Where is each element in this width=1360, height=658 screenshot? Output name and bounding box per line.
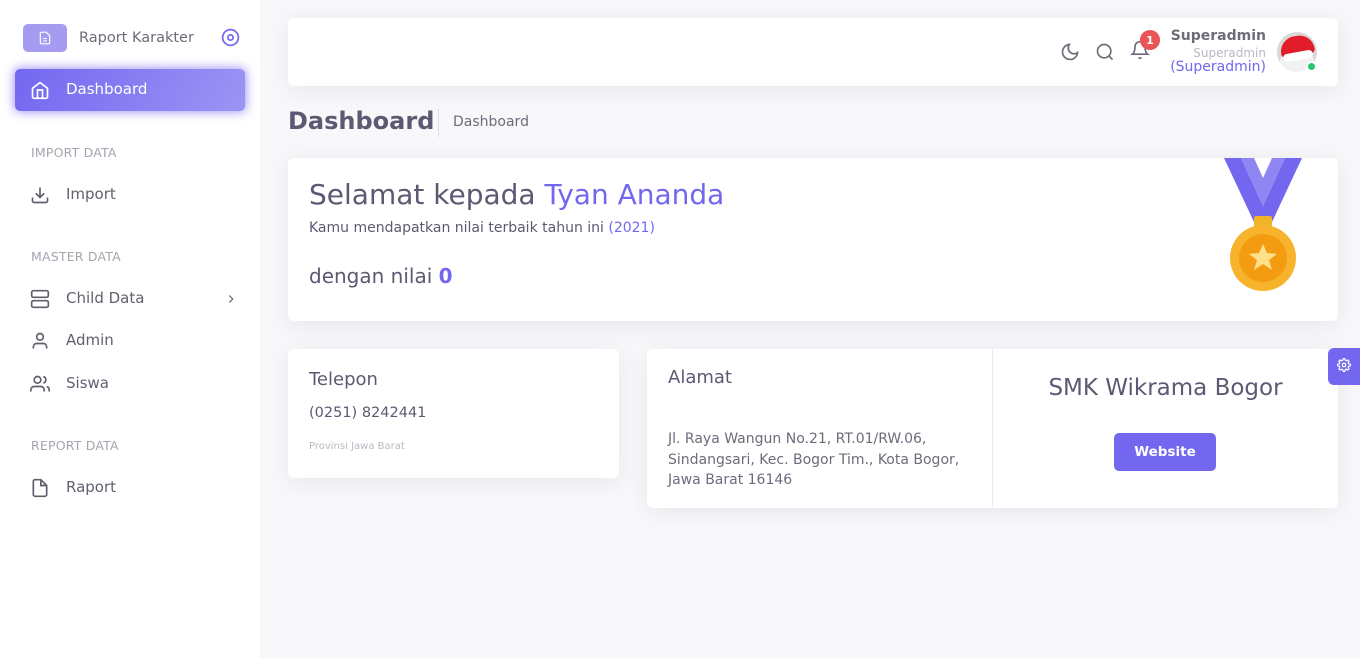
student-name: Tyan Ananda	[544, 178, 725, 211]
sidebar-item-label: Child Data	[66, 289, 145, 307]
sidebar-item-child-data[interactable]: Child Data	[15, 279, 245, 319]
sidebar-item-label: Siswa	[66, 374, 109, 392]
brand-title: Raport Karakter	[79, 30, 194, 46]
user-role: Superadmin	[1193, 46, 1266, 60]
server-icon	[30, 289, 50, 309]
sidebar-item-label: Dashboard	[66, 80, 148, 98]
notification-badge: 1	[1140, 30, 1160, 50]
school-name: SMK Wikrama Bogor	[1048, 375, 1283, 401]
sidebar-item-label: Raport	[66, 478, 117, 496]
sidebar-item-label: Admin	[66, 331, 114, 349]
address-card: Alamat Jl. Raya Wangun No.21, RT.01/RW.0…	[647, 349, 1338, 508]
online-status-dot	[1306, 61, 1317, 72]
sidebar-item-admin[interactable]: Admin	[15, 321, 245, 361]
congrats-subtitle-text: Kamu mendapatkan nilai terbaik tahun ini	[309, 220, 604, 236]
sidebar-item-siswa[interactable]: Siswa	[15, 364, 245, 404]
main-menu: Raport Karakter Dashboard IMPORT DATA Im…	[0, 0, 260, 658]
home-icon	[30, 80, 50, 100]
address-text: Jl. Raya Wangun No.21, RT.01/RW.06, Sind…	[668, 431, 960, 488]
phone-number: (0251) 8242441	[309, 405, 427, 421]
phone-card: Telepon (0251) 8242441 Provinsi Jawa Bar…	[288, 349, 619, 478]
medal-icon	[1224, 158, 1302, 291]
congrats-year: (2021)	[608, 220, 655, 236]
congrats-subtitle: Kamu mendapatkan nilai terbaik tahun ini…	[309, 220, 655, 236]
section-header-report: REPORT DATA	[31, 438, 119, 453]
customizer-toggle[interactable]	[1328, 348, 1360, 385]
top-navbar: 1 Superadmin Superadmin (Superadmin)	[288, 18, 1338, 86]
sidebar-item-import[interactable]: Import	[15, 175, 245, 215]
congrats-title: Selamat kepada Tyan Ananda	[309, 178, 724, 211]
sidebar-item-dashboard[interactable]: Dashboard	[15, 69, 245, 111]
province-text: Provinsi Jawa Barat	[309, 441, 405, 452]
sidebar-item-raport[interactable]: Raport	[15, 468, 245, 508]
congrats-greeting: Selamat kepada	[309, 178, 536, 211]
file-icon	[30, 478, 50, 498]
chevron-right-icon	[224, 292, 238, 306]
section-header-import: IMPORT DATA	[31, 145, 117, 160]
user-icon	[30, 331, 50, 351]
page-title: Dashboard	[288, 107, 435, 135]
address-title: Alamat	[668, 367, 732, 388]
search-icon[interactable]	[1095, 42, 1115, 62]
settings-icon	[1336, 357, 1352, 376]
moon-icon[interactable]	[1060, 42, 1080, 62]
file-text-icon	[23, 24, 67, 52]
sidebar-item-label: Import	[66, 185, 116, 203]
website-button[interactable]: Website	[1114, 433, 1216, 471]
disc-icon[interactable]	[220, 27, 241, 48]
score-label: dengan nilai	[309, 264, 433, 288]
congrats-score: dengan nilai 0	[309, 264, 453, 288]
phone-title: Telepon	[309, 369, 378, 390]
download-icon	[30, 185, 50, 205]
user-name[interactable]: Superadmin	[1171, 28, 1266, 44]
score-value: 0	[438, 264, 453, 288]
section-header-master: MASTER DATA	[31, 249, 121, 264]
users-icon	[30, 374, 50, 394]
card-divider	[992, 349, 993, 508]
breadcrumb-divider	[438, 109, 439, 137]
congratulations-card: Selamat kepada Tyan Ananda Kamu mendapat…	[288, 158, 1338, 321]
brand[interactable]: Raport Karakter	[23, 24, 243, 52]
breadcrumb-item[interactable]: Dashboard	[453, 114, 529, 130]
user-role-badge: (Superadmin)	[1170, 59, 1266, 75]
